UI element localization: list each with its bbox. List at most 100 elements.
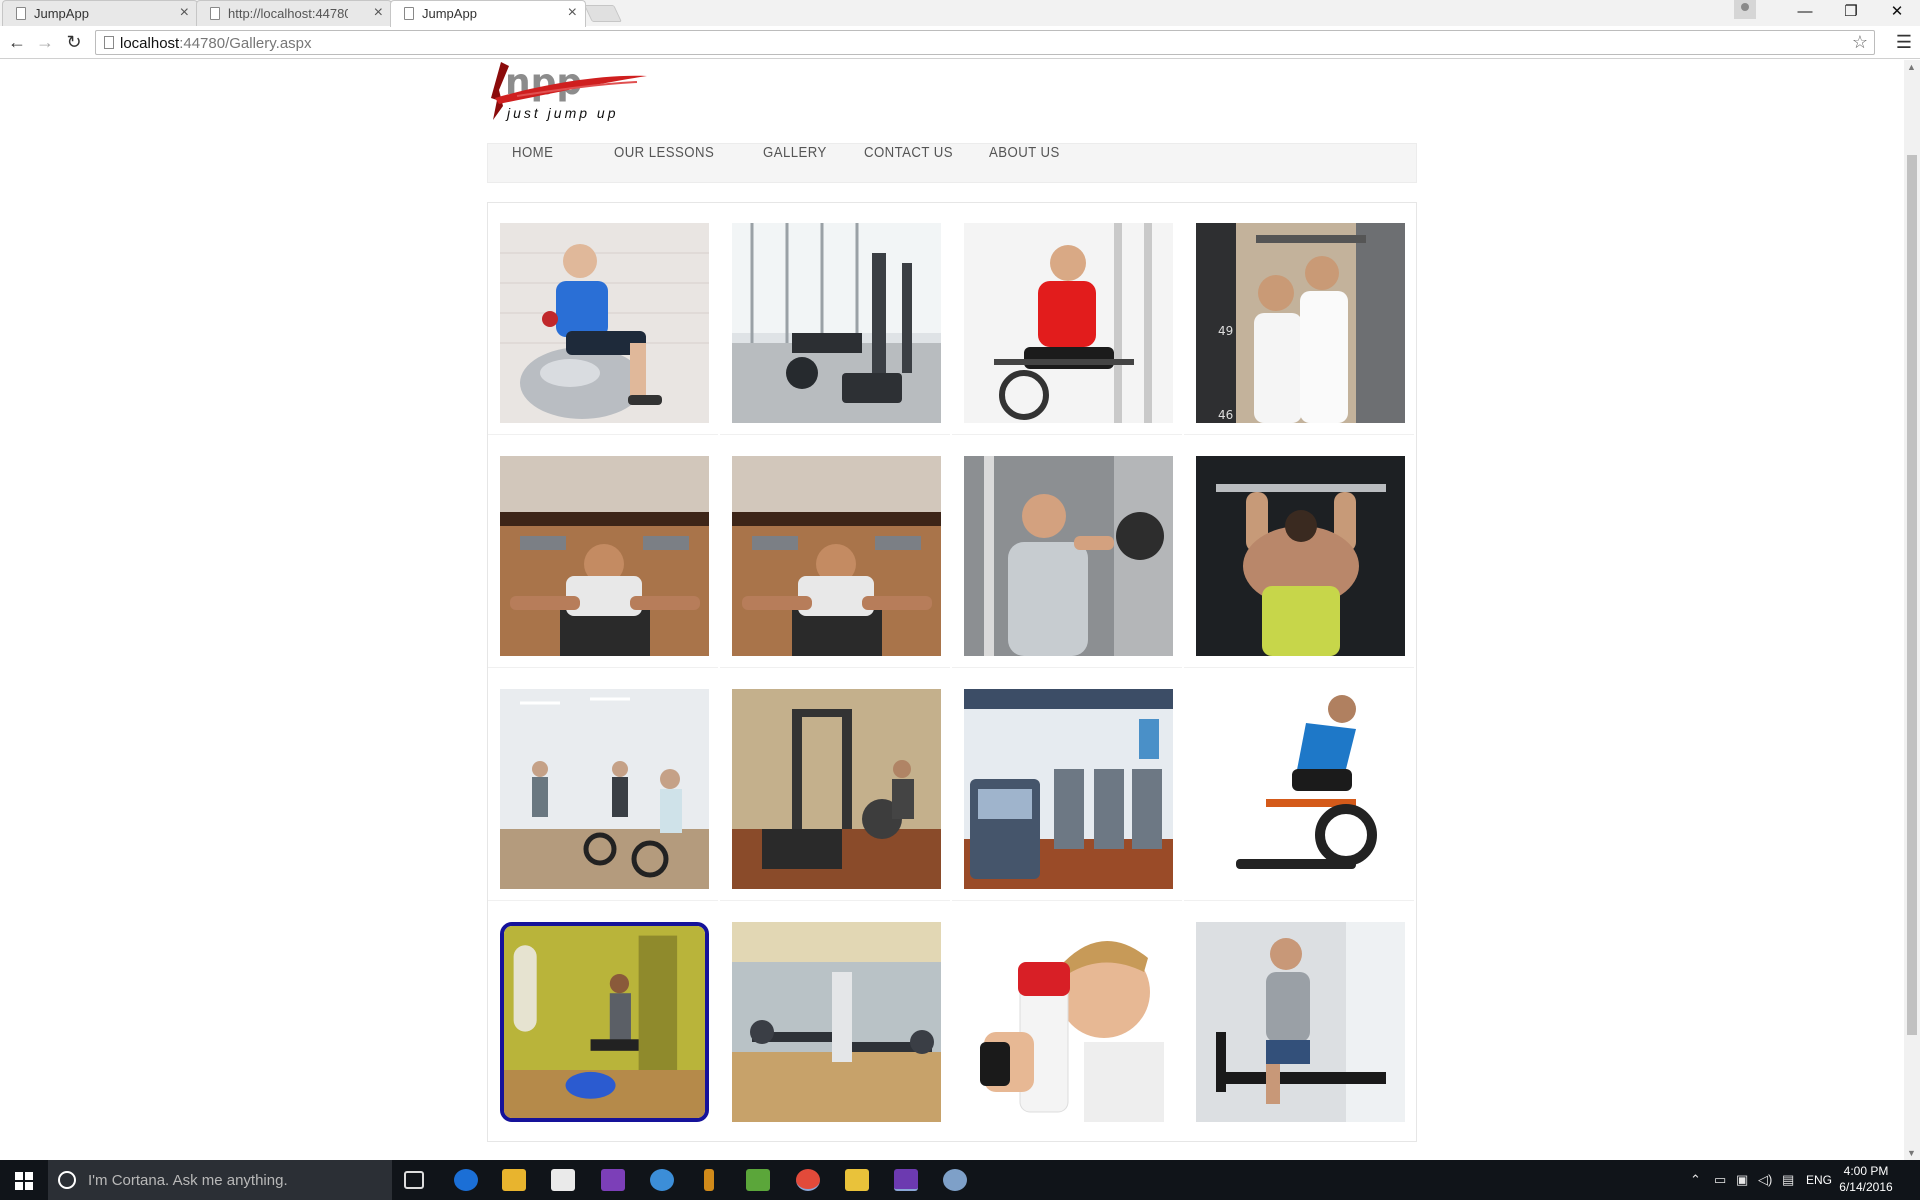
gallery-photo[interactable] [732, 922, 941, 1122]
photo-gym-weight-machine-room [732, 689, 941, 889]
close-icon[interactable]: × [180, 4, 189, 22]
gallery-photo[interactable] [732, 223, 941, 423]
photo-boy-balancing-on-bosu [504, 926, 705, 1118]
gallery-cell [720, 203, 950, 435]
page-icon [210, 7, 220, 20]
minimize-icon[interactable]: — [1782, 0, 1828, 26]
gallery-photo[interactable] [1196, 922, 1405, 1122]
gallery-photo[interactable] [964, 456, 1173, 656]
browser-tab[interactable]: http://localhost:44780/Ho × [196, 0, 392, 26]
nav-home[interactable]: HOME [512, 144, 553, 184]
system-clock[interactable]: 4:00 PM 6/14/2016 [1836, 1163, 1896, 1195]
app-icon[interactable] [650, 1169, 674, 1191]
window-controls: — ❐ ✕ [1734, 0, 1920, 26]
url-host: localhost [120, 35, 180, 52]
gallery-photo[interactable] [500, 689, 709, 889]
nav-our-lessons[interactable]: OUR LESSONS [614, 144, 714, 184]
gallery-photo[interactable] [732, 456, 941, 656]
tab-title: JumpApp [422, 6, 477, 21]
scrollbar-thumb[interactable] [1907, 155, 1917, 1035]
paint-icon[interactable] [943, 1169, 967, 1191]
site-logo[interactable]: npp just jump up [487, 60, 657, 130]
gallery-cell [720, 436, 950, 668]
visual-studio-icon[interactable] [601, 1169, 625, 1191]
gallery-photo[interactable] [964, 922, 1173, 1122]
close-icon[interactable]: × [374, 4, 383, 22]
scroll-up-icon[interactable]: ▲ [1907, 62, 1916, 72]
folder-icon[interactable] [845, 1169, 869, 1191]
photo-man-on-exercise-ball [500, 223, 709, 423]
close-window-icon[interactable]: ✕ [1874, 0, 1920, 26]
browser-tab-active[interactable]: JumpApp × [390, 0, 586, 27]
tab-title: http://localhost:44780/Ho [228, 6, 348, 21]
cortana-placeholder: I'm Cortana. Ask me anything. [88, 1172, 288, 1189]
battery-icon[interactable]: ▭ [1714, 1172, 1726, 1188]
reload-icon[interactable]: ↻ [62, 30, 86, 54]
gallery-cell [720, 669, 950, 901]
gallery-cell [952, 436, 1182, 668]
page-scrollbar[interactable]: ▲ ▼ [1904, 60, 1920, 1160]
browser-tab[interactable]: JumpApp × [2, 0, 198, 26]
profile-icon[interactable] [1734, 0, 1756, 19]
page-icon [104, 36, 114, 49]
windows-logo-icon [15, 1172, 33, 1190]
chevron-up-icon[interactable]: ⌃ [1690, 1172, 1701, 1188]
nav-about-us[interactable]: ABOUT US [989, 144, 1060, 184]
tool-icon[interactable] [704, 1169, 714, 1191]
svg-text:49: 49 [1218, 324, 1233, 338]
visual-studio-icon[interactable] [894, 1169, 918, 1191]
bookmark-star-icon[interactable]: ☆ [1852, 32, 1868, 53]
network-icon[interactable]: ▣ [1736, 1172, 1748, 1188]
gallery-cell: 49 46 [1184, 203, 1414, 435]
photo-gallery: 49 46 [487, 202, 1417, 1142]
gallery-photo[interactable] [964, 223, 1173, 423]
gallery-photo[interactable] [1196, 689, 1405, 889]
windows-taskbar: I'm Cortana. Ask me anything. ⌃ ▭ ▣ ◁) ▤… [0, 1160, 1920, 1200]
chrome-icon[interactable] [796, 1169, 820, 1191]
gallery-photo[interactable]: 49 46 [1196, 223, 1405, 423]
gallery-photo[interactable] [964, 689, 1173, 889]
restore-icon[interactable]: ❐ [1828, 0, 1874, 26]
volume-icon[interactable]: ◁) [1758, 1172, 1772, 1188]
notepad-icon[interactable] [746, 1169, 770, 1191]
photo-empty-gym-with-windows [732, 223, 941, 423]
gallery-cell [952, 669, 1182, 901]
gallery-cell [1184, 436, 1414, 668]
nav-gallery[interactable]: GALLERY [763, 144, 827, 184]
gallery-cell [488, 902, 718, 1134]
nav-contact-us[interactable]: CONTACT US [864, 144, 953, 184]
gallery-cell [488, 203, 718, 435]
back-icon[interactable]: ← [5, 30, 29, 54]
page-icon [16, 7, 26, 20]
photo-group-in-gym-room [500, 689, 709, 889]
store-icon[interactable] [551, 1169, 575, 1191]
photo-gym-with-rowing-machines [732, 922, 941, 1122]
gallery-photo[interactable] [500, 456, 709, 656]
gallery-cell [488, 669, 718, 901]
gallery-cell [720, 902, 950, 1134]
scroll-down-icon[interactable]: ▼ [1907, 1148, 1916, 1158]
photo-man-on-stationary-bike [964, 223, 1173, 423]
photo-man-bench-dumbbell-press [732, 456, 941, 656]
gallery-photo-selected[interactable] [500, 922, 709, 1122]
photo-man-holding-shaker-bottle [964, 922, 1173, 1122]
close-icon[interactable]: × [568, 4, 577, 22]
start-button[interactable] [0, 1160, 48, 1200]
file-explorer-icon[interactable] [502, 1169, 526, 1191]
url-path: :44780/Gallery.aspx [179, 35, 312, 52]
svg-text:46: 46 [1218, 408, 1233, 422]
edge-icon[interactable] [454, 1169, 478, 1191]
language-indicator[interactable]: ENG [1806, 1173, 1832, 1187]
task-view-icon[interactable] [404, 1171, 424, 1189]
address-bar[interactable]: localhost:44780/Gallery.aspx ☆ [95, 30, 1875, 55]
gallery-cell [1184, 902, 1414, 1134]
new-tab-button[interactable] [584, 5, 622, 22]
forward-icon[interactable]: → [33, 30, 57, 54]
cortana-search-box[interactable]: I'm Cortana. Ask me anything. [48, 1160, 392, 1200]
gallery-photo[interactable] [732, 689, 941, 889]
gallery-photo[interactable] [1196, 456, 1405, 656]
notification-icon[interactable]: ▤ [1782, 1172, 1794, 1188]
tab-title: JumpApp [34, 6, 89, 21]
menu-icon[interactable]: ☰ [1896, 32, 1912, 53]
gallery-photo[interactable] [500, 223, 709, 423]
